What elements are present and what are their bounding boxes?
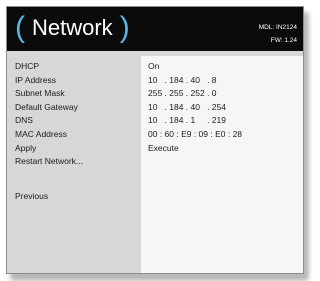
menu-header: ( Network) MDL: IN2124 FW: 1.24 — [7, 7, 303, 51]
page-title: ( Network) — [15, 10, 130, 46]
dns-value[interactable]: 10 . 184 . 1 . 219 — [148, 114, 242, 128]
menu-item-dns[interactable]: DNS — [15, 114, 83, 128]
page-title-text: Network — [32, 15, 113, 40]
settings-values: On 10 . 184 . 40 . 8 255 . 255 . 252 . 0… — [148, 60, 242, 169]
ip-address-value[interactable]: 10 . 184 . 40 . 8 — [148, 74, 242, 88]
left-parenthesis-icon: ( — [15, 11, 25, 44]
menu-item-restart-network[interactable]: Restart Network... — [15, 155, 83, 169]
mac-address-value: 00 : 60 : E9 : 09 : E0 : 28 — [148, 128, 243, 139]
previous-menu-item[interactable]: Previous — [15, 190, 48, 203]
menu-item-subnet-mask[interactable]: Subnet Mask — [15, 87, 83, 101]
restart-network-value — [148, 155, 242, 169]
osd-network-menu: ( Network) MDL: IN2124 FW: 1.24 DHCP IP A… — [6, 6, 304, 274]
apply-execute-value[interactable]: Execute — [148, 142, 242, 156]
menu-item-ip-address[interactable]: IP Address — [15, 74, 83, 88]
menu-item-mac-address: MAC Address — [15, 128, 67, 139]
menu-item-default-gateway[interactable]: Default Gateway — [15, 101, 83, 115]
dhcp-value[interactable]: On — [148, 60, 242, 74]
firmware-version: FW: 1.24 — [270, 37, 297, 44]
model-number: MDL: IN2124 — [258, 24, 297, 31]
menu-item-apply[interactable]: Apply — [15, 142, 83, 156]
menu-item-dhcp[interactable]: DHCP — [15, 60, 83, 74]
subnet-mask-value[interactable]: 255 . 255 . 252 . 0 — [148, 87, 242, 101]
default-gateway-value[interactable]: 10 . 184 . 40 . 254 — [148, 101, 242, 115]
settings-labels: DHCP IP Address Subnet Mask Default Gate… — [15, 60, 83, 169]
right-parenthesis-icon: ) — [119, 11, 130, 44]
